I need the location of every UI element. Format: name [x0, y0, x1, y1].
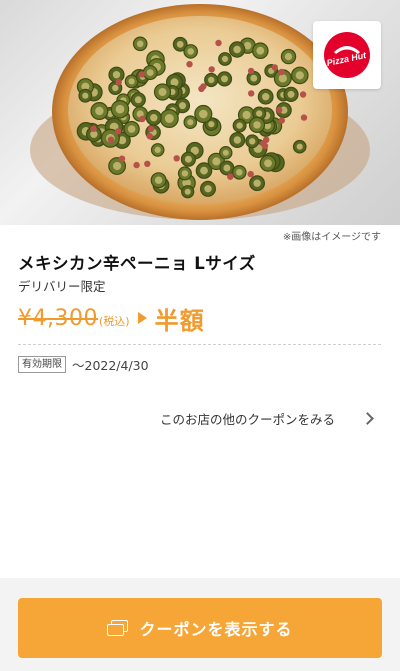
pizza-hut-logo-icon: Pizza Hut — [324, 32, 370, 78]
pizza-hut-logo: Pizza Hut — [313, 21, 381, 89]
other-coupons-link[interactable]: このお店の他のクーポンをみる — [160, 408, 382, 428]
coupon-cards-icon — [107, 620, 129, 636]
chevron-right-icon — [361, 411, 374, 425]
product-image: Pizza Hut — [0, 0, 400, 225]
divider — [18, 344, 381, 345]
price-row: ¥4,300 (税込) 半額 — [18, 302, 205, 335]
discount-label: 半額 — [154, 306, 205, 335]
show-coupon-label: クーポンを表示する — [139, 620, 293, 639]
tax-label: (税込) — [98, 315, 130, 328]
product-title: メキシカン辛ペーニョ Lサイズ — [18, 254, 256, 273]
image-caption: ※画像はイメージです — [282, 232, 381, 243]
validity-date: 〜2022/4/30 — [72, 358, 149, 373]
footer-bar: クーポンを表示する — [0, 578, 400, 671]
other-coupons-label: このお店の他のクーポンをみる — [160, 411, 336, 427]
play-triangle-icon — [137, 312, 147, 324]
validity-badge: 有効期限 — [18, 356, 66, 373]
logo-wordmark: Pizza Hut — [326, 50, 368, 68]
delivery-note: デリバリー限定 — [18, 279, 106, 294]
show-coupon-button[interactable]: クーポンを表示する — [18, 598, 382, 658]
validity-row: 有効期限 〜2022/4/30 — [18, 355, 149, 374]
original-price: ¥4,300 — [18, 305, 98, 331]
